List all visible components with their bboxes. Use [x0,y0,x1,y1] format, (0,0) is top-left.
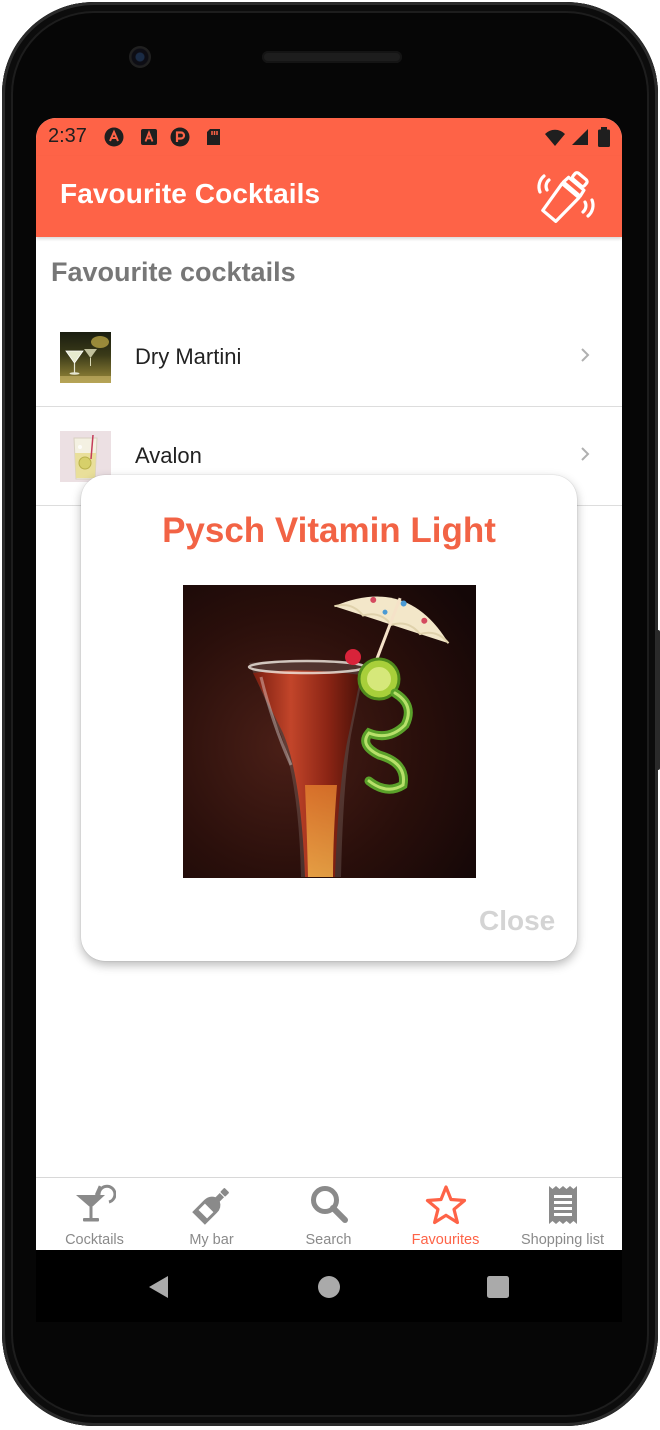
tab-favourites[interactable]: Favourites [387,1178,504,1250]
react-native-icon [104,127,124,147]
status-time: 2:37 [48,125,87,147]
close-button[interactable]: Close [479,905,555,937]
dry-martini-thumbnail [60,332,111,383]
app-screen: 2:37 Favourite Cocktails Favourite cockt… [36,118,622,1250]
signal-icon [572,129,588,145]
app-header: Favourite Cocktails [36,156,622,237]
sd-card-icon [207,129,220,145]
receipt-icon [549,1186,577,1224]
cocktail-modal: Pysch Vitamin Light Close [81,475,577,961]
power-button [656,630,660,770]
list-item[interactable]: Dry Martini [36,308,622,407]
tab-label: Shopping list [520,1232,605,1248]
list-item-label: Avalon [135,443,202,468]
cocktail-glass-icon [76,1184,116,1222]
modal-title: Pysch Vitamin Light [162,511,496,550]
status-bar: 2:37 [36,118,622,156]
tab-label: My bar [189,1232,234,1248]
tab-search[interactable]: Search [270,1178,387,1250]
list-item-label: Dry Martini [135,344,242,369]
cocktail-shaker-icon[interactable] [536,168,596,224]
back-icon[interactable] [146,1274,172,1300]
tab-label: Cocktails [65,1232,124,1248]
bottle-icon [192,1188,229,1225]
front-camera [129,46,151,68]
wifi-icon [545,129,565,146]
star-icon [425,1185,467,1225]
page-title: Favourite Cocktails [60,178,321,209]
tab-cocktails[interactable]: Cocktails [36,1178,153,1250]
tab-my-bar[interactable]: My bar [153,1178,270,1250]
tab-label: Favourites [411,1232,480,1248]
pocket-casts-icon [170,127,190,147]
bottom-tab-bar: Cocktails My bar Search Favourites Shopp… [36,1177,622,1250]
phone-frame: 2:37 Favourite Cocktails Favourite cockt… [0,0,660,1430]
system-nav-bar [36,1250,622,1322]
pysch-vitamin-light-photo [183,585,476,878]
tab-shopping-list[interactable]: Shopping list [504,1178,621,1250]
chevron-right-icon [581,348,590,362]
search-icon [311,1186,348,1223]
home-icon[interactable] [316,1274,342,1300]
font-app-icon [141,129,157,145]
chevron-right-icon [581,447,590,461]
tab-label: Search [305,1232,352,1248]
section-title: Favourite cocktails [51,257,296,287]
recents-icon[interactable] [485,1274,511,1300]
earpiece-speaker [262,51,402,63]
battery-icon [598,127,610,147]
